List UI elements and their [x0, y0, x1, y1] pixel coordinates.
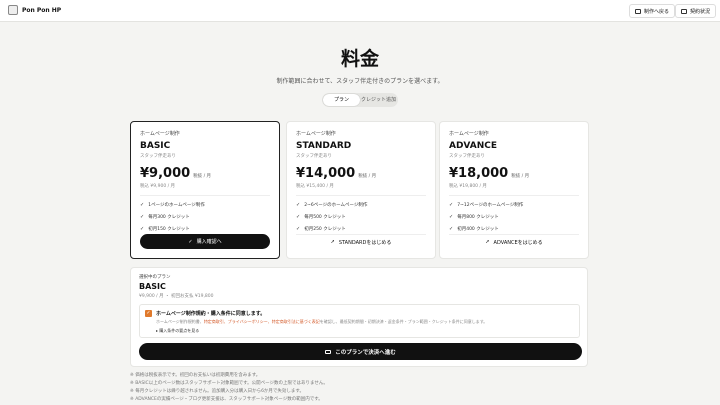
basic-purchase-button[interactable]: ✓ 購入確認へ: [140, 234, 270, 249]
plan-desc: スタッフ伴走あり: [296, 154, 332, 159]
agree-note-pre: ホームページ制作規約書、: [156, 319, 204, 324]
plan-card-standard[interactable]: ホームページ制作 STANDARD スタッフ伴走あり ¥14,000 税抜 / …: [286, 121, 436, 259]
rocket-icon: ➚: [485, 239, 490, 245]
plan-unit: 税抜 / 月: [193, 174, 212, 179]
selected-plan-price: ¥9,900 / 月 ・ 初回お支払 ¥19,800: [139, 294, 214, 299]
page-subtitle: 制作範囲に合わせて、スタッフ伴走付きのプランを選べます。: [276, 78, 444, 85]
plan-name: STANDARD: [296, 141, 352, 151]
footnote: ※ ADVANCEの実績ページ・ブログ更新支援は、スタッフサポート対象ページ数の…: [130, 397, 323, 402]
plan-tab-switch: プラン クレジット追加: [322, 93, 398, 107]
plan-price: ¥18,000: [449, 166, 509, 181]
purchase-terms-toggle[interactable]: ▸ 購入条件の要点を見る: [156, 328, 199, 334]
tab-plan[interactable]: プラン: [323, 94, 360, 106]
plan-unit: 税抜 / 月: [511, 174, 530, 179]
plan-feature: ✓ 2~6ページのホームページ制作: [296, 202, 368, 208]
agree-note-links[interactable]: 特定商取引、プライバシーポリシー、特定商取引法に基づく表記: [204, 319, 320, 324]
button-label: ADVANCEをはじめる: [493, 239, 543, 246]
card-icon: [681, 8, 687, 14]
plan-price: ¥9,000: [140, 166, 191, 181]
standard-start-button[interactable]: ➚ STANDARDをはじめる: [296, 234, 426, 249]
footnote: ※ BASIC以上のページ数はスタッフサポート対象範囲です。公開ページ数の上限で…: [130, 381, 328, 386]
back-label: 制作へ戻る: [644, 8, 670, 15]
selected-plan-name: BASIC: [139, 282, 166, 291]
contract-label: 契約状況: [690, 8, 711, 15]
brand[interactable]: Pon Pon HP: [8, 5, 61, 15]
layout-icon: [635, 8, 641, 14]
plan-feature: ✓ 初月150 クレジット: [140, 226, 190, 232]
advance-start-button[interactable]: ➚ ADVANCEをはじめる: [449, 234, 579, 249]
plan-feature: ✓ 毎月300 クレジット: [140, 214, 190, 220]
check-icon: ✓: [449, 202, 454, 208]
plan-tax-in: 税込 ¥19,800 / 月: [449, 184, 487, 189]
contract-status-button[interactable]: 契約状況: [675, 4, 717, 18]
brand-name: Pon Pon HP: [22, 6, 62, 14]
page-title: 料金: [340, 48, 379, 70]
plan-card-basic[interactable]: ホームページ制作 BASIC スタッフ伴走あり ¥9,000 税抜 / 月 税込…: [130, 121, 280, 259]
plan-feature: ✓ 初月250 クレジット: [296, 226, 346, 232]
agree-note: ホームページ制作規約書、特定商取引、プライバシーポリシー、特定商取引法に基づく表…: [156, 319, 487, 325]
tab-credit-add[interactable]: クレジット追加: [360, 94, 397, 106]
plan-unit: 税抜 / 月: [358, 174, 377, 179]
plan-category: ホームページ制作: [296, 131, 336, 137]
back-to-production-button[interactable]: 制作へ戻る: [629, 4, 676, 18]
plan-tax-in: 税込 ¥9,900 / 月: [140, 184, 176, 189]
footnotes: ※ 価格は税抜表示です。初回のお支払いは初期費用を含みます。 ※ BASIC以上…: [130, 372, 328, 404]
check-icon: ✓: [188, 238, 193, 245]
button-label: 購入確認へ: [196, 239, 222, 245]
plan-feature: ✓ 7~12ページのホームページ制作: [449, 202, 524, 208]
agree-note-post: を確認し、最低契約期間・初期決済・返金条件・プラン範囲・クレジット条件に同意しま…: [319, 319, 488, 324]
plan-feature: ✓ 初月400 クレジット: [449, 226, 499, 232]
footnote: ※ 毎月クレジットは繰り越されません。追加購入分は購入日から6か月で失効します。: [130, 389, 304, 394]
check-icon: ✓: [140, 226, 145, 232]
agreement-box: ✓ ホームページ制作規約・購入条件に同意します。 ホームページ制作規約書、特定商…: [139, 304, 580, 338]
plan-category: ホームページ制作: [140, 131, 180, 137]
triangle-right-icon: ▸: [156, 328, 159, 333]
plan-desc: スタッフ伴走あり: [449, 154, 485, 159]
check-icon: ✓: [449, 214, 454, 220]
check-icon: ✓: [140, 202, 145, 208]
plan-name: BASIC: [140, 141, 171, 151]
check-icon: ✓: [296, 226, 301, 232]
selected-plan-category: 選択中のプラン: [139, 275, 171, 280]
footnote: ※ 価格は税抜表示です。初回のお支払いは初期費用を含みます。: [130, 373, 261, 378]
top-bar: Pon Pon HP 制作へ戻る 契約状況: [0, 0, 720, 22]
check-icon: ✓: [449, 226, 454, 232]
plan-feature: ✓ 1ページのホームページ制作: [140, 202, 205, 208]
plan-tax-in: 税込 ¥15,400 / 月: [296, 184, 334, 189]
agree-title: ホームページ制作規約・購入条件に同意します。: [156, 311, 266, 317]
pay-button-label: このプランで決済へ進む: [335, 349, 396, 356]
button-label: STANDARDをはじめる: [338, 239, 392, 246]
check-icon: ✓: [296, 202, 301, 208]
agree-checkbox[interactable]: ✓: [145, 310, 152, 317]
plan-feature: ✓ 毎月500 クレジット: [296, 214, 346, 220]
check-icon: ✓: [296, 214, 301, 220]
check-icon: ✓: [140, 214, 145, 220]
plan-feature: ✓ 毎月800 クレジット: [449, 214, 499, 220]
plan-desc: スタッフ伴走あり: [140, 154, 176, 159]
proceed-payment-button[interactable]: このプランで決済へ進む: [139, 343, 582, 360]
plan-price: ¥14,000: [296, 166, 356, 181]
rocket-icon: ➚: [330, 239, 335, 245]
plan-card-advance[interactable]: ホームページ制作 ADVANCE スタッフ伴走あり ¥18,000 税抜 / 月…: [439, 121, 589, 259]
agree-link-label: 購入条件の要点を見る: [159, 328, 200, 333]
plan-name: ADVANCE: [449, 141, 498, 151]
logo-icon: [8, 5, 18, 15]
card-icon: [325, 349, 332, 354]
plan-category: ホームページ制作: [449, 131, 489, 137]
selected-plan-panel: 選択中のプラン BASIC ¥9,900 / 月 ・ 初回お支払 ¥19,800…: [130, 267, 588, 367]
